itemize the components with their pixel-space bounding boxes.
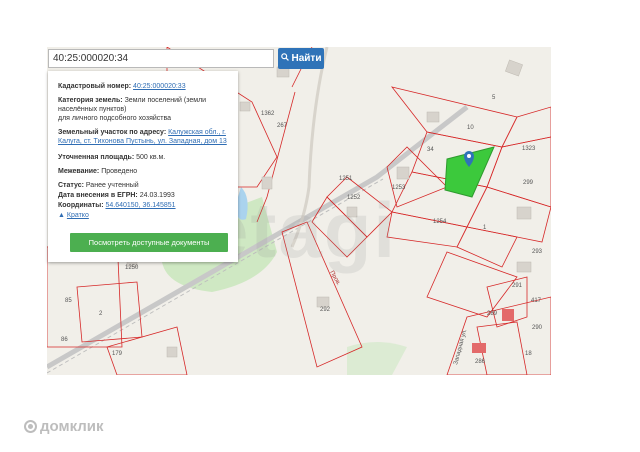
map-label: 1323 bbox=[522, 146, 536, 152]
date-value: 24.03.1993 bbox=[139, 192, 175, 199]
cadastral-label: Кадастровый номер: bbox=[58, 83, 132, 90]
green-patch bbox=[347, 342, 407, 375]
map-label: 293 bbox=[532, 249, 543, 255]
survey-row: Межевание: Проведено bbox=[58, 167, 232, 176]
brand-icon bbox=[24, 420, 37, 433]
purpose-value: для личного подсобного хозяйства bbox=[58, 115, 172, 122]
map-label: 1250 bbox=[125, 265, 139, 271]
status-value: Ранее учтенный bbox=[85, 182, 139, 189]
search-button[interactable]: Найти bbox=[278, 48, 324, 69]
map-label: 2 bbox=[99, 311, 103, 317]
coords-label: Координаты: bbox=[58, 202, 104, 209]
map-label: 1 bbox=[483, 225, 487, 231]
area-row: Уточненная площадь: 500 кв.м. bbox=[58, 153, 232, 162]
category-label: Категория земель: bbox=[58, 97, 123, 104]
status-label: Статус: bbox=[58, 182, 84, 189]
map-label: 179 bbox=[112, 351, 123, 357]
collapse-label: Кратко bbox=[66, 212, 89, 219]
area-label: Уточненная площадь: bbox=[58, 154, 135, 161]
map-label: 291 bbox=[512, 283, 523, 289]
search-icon bbox=[280, 53, 289, 64]
address-label: Земельный участок по адресу: bbox=[58, 129, 167, 136]
map-label: 1254 bbox=[433, 219, 447, 225]
view-documents-button[interactable]: Посмотреть доступные документы bbox=[70, 233, 228, 252]
address-row: Земельный участок по адресу: Калужская о… bbox=[58, 128, 232, 146]
map-label: 86 bbox=[61, 337, 68, 343]
map-label: 5 bbox=[492, 95, 496, 101]
area-value: 500 кв.м. bbox=[136, 154, 166, 161]
map-label: 292 bbox=[320, 307, 331, 313]
search-button-label: Найти bbox=[291, 53, 322, 64]
map-label: 289 bbox=[487, 311, 498, 317]
chevron-up-icon: ▲ bbox=[58, 212, 65, 219]
map-label: 85 bbox=[65, 298, 72, 304]
category-row: Категория земель: Земли поселений (земли… bbox=[58, 96, 232, 114]
brand-logo: домклик bbox=[24, 418, 104, 435]
map-label: 267 bbox=[277, 123, 288, 129]
map-label: 18 bbox=[525, 351, 532, 357]
date-label: Дата внесения в ЕГРН: bbox=[58, 192, 138, 199]
survey-label: Межевание: bbox=[58, 168, 100, 175]
map-label: 1251 bbox=[339, 176, 353, 182]
status-row: Статус: Ранее учтенный bbox=[58, 181, 232, 190]
map-label: 286 bbox=[475, 359, 486, 365]
coords-row: Координаты: 54.640150, 36.145851 bbox=[58, 201, 232, 210]
map-label: 34 bbox=[427, 147, 434, 153]
date-row: Дата внесения в ЕГРН: 24.03.1993 bbox=[58, 191, 232, 200]
map-label: 417 bbox=[531, 298, 542, 304]
map-label: 10 bbox=[467, 125, 474, 131]
brand-name: домклик bbox=[40, 418, 104, 435]
collapse-link[interactable]: ▲ Кратко bbox=[58, 211, 232, 220]
parcel-info-panel: Кадастровый номер: 40:25:000020:33 Катег… bbox=[48, 71, 238, 262]
search-input[interactable] bbox=[48, 49, 274, 68]
cadastral-link[interactable]: 40:25:000020:33 bbox=[133, 83, 186, 90]
survey-value: Проведено bbox=[101, 168, 138, 175]
coords-link[interactable]: 54.640150, 36.145851 bbox=[105, 202, 175, 209]
map-label: 1362 bbox=[261, 111, 275, 117]
map-label: Западная ул. bbox=[453, 328, 468, 365]
map-label: 290 bbox=[532, 325, 543, 331]
map-label: 299 bbox=[523, 180, 534, 186]
cadastral-row: Кадастровый номер: 40:25:000020:33 bbox=[58, 82, 232, 91]
